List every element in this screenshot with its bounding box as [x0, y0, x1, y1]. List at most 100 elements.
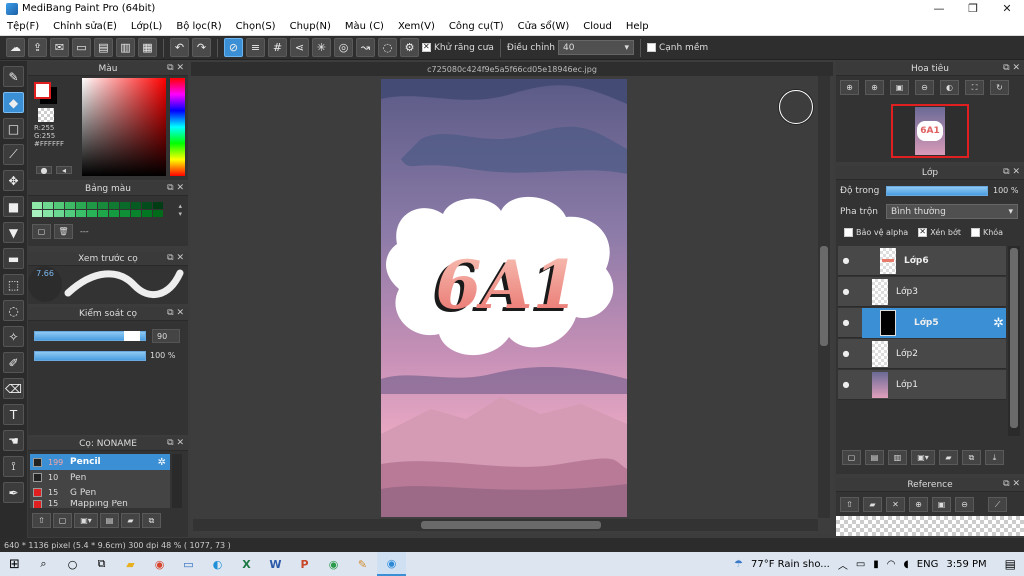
- clock[interactable]: 3:59 PM: [946, 559, 986, 570]
- layers-icon[interactable]: ▥: [116, 38, 135, 57]
- clipping-checkbox[interactable]: [918, 227, 928, 237]
- rotate-icon[interactable]: ↻: [990, 80, 1009, 95]
- layer-opacity-slider[interactable]: [886, 186, 988, 196]
- volume-icon[interactable]: ◖: [904, 559, 909, 570]
- duplicate-layer-icon[interactable]: ⧉: [962, 450, 981, 465]
- menu-layer[interactable]: Lớp(L): [124, 21, 169, 32]
- panel-controls-icon[interactable]: ⧉ ✕: [167, 183, 184, 193]
- brush-opacity-slider[interactable]: [34, 351, 146, 361]
- protect-alpha-toggle[interactable]: Bảo vệ alpha: [844, 228, 908, 237]
- palette-swatch[interactable]: [87, 202, 97, 209]
- panel-controls-icon[interactable]: ⧉ ✕: [1003, 167, 1020, 177]
- soft-edge-checkbox[interactable]: [646, 43, 656, 52]
- zoom-out-icon[interactable]: ⊖: [915, 80, 934, 95]
- lock-toggle[interactable]: Khóa: [970, 228, 1003, 237]
- lock-checkbox[interactable]: [970, 228, 980, 237]
- adjust-select[interactable]: 40 ▾: [557, 40, 634, 55]
- fit-icon[interactable]: ▣: [932, 497, 951, 512]
- visibility-eye-icon[interactable]: ●: [838, 349, 854, 358]
- palette-swatch[interactable]: [131, 202, 141, 209]
- antialias-checkbox[interactable]: [422, 42, 431, 52]
- document-tab[interactable]: c725080c424f9e5a5f66cd05e18946ec.jpg: [191, 62, 833, 76]
- chrome-icon[interactable]: ◉: [145, 552, 174, 576]
- menu-window[interactable]: Cửa sổ(W): [511, 21, 577, 32]
- palette-swatch[interactable]: [87, 210, 97, 217]
- menu-cloud[interactable]: Cloud: [576, 21, 619, 32]
- upload-icon[interactable]: ⇧: [840, 497, 859, 512]
- palette-swatch[interactable]: [109, 202, 119, 209]
- duplicate-icon[interactable]: ⧉: [142, 513, 161, 528]
- fit-icon[interactable]: ▣: [890, 80, 909, 95]
- add-brush-icon[interactable]: ▣▾: [74, 513, 98, 528]
- menu-edit[interactable]: Chỉnh sửa(E): [46, 21, 124, 32]
- folder-icon[interactable]: ▰: [121, 513, 140, 528]
- snap-settings-icon[interactable]: ⚙: [400, 38, 419, 57]
- text-icon[interactable]: T: [3, 404, 24, 425]
- brush-item-pencil[interactable]: 199 Pencil ✲: [30, 454, 170, 470]
- panel-controls-icon[interactable]: ⧉ ✕: [167, 63, 184, 73]
- layer-scroll-thumb[interactable]: [1010, 248, 1018, 428]
- redo-icon[interactable]: ↷: [192, 38, 211, 57]
- search-icon[interactable]: ⌕: [29, 552, 58, 576]
- saturation-value-picker[interactable]: [82, 78, 166, 176]
- vertical-scroll-thumb[interactable]: [820, 246, 828, 346]
- maximize-button[interactable]: ❐: [956, 0, 990, 17]
- delete-palette-icon[interactable]: 🗑: [54, 224, 73, 239]
- layer-row-lop3[interactable]: ● Lớp3: [838, 277, 1006, 307]
- new-layer-1bit-icon[interactable]: ▥: [888, 450, 907, 465]
- menu-select[interactable]: Chọn(S): [229, 21, 283, 32]
- palette-swatch[interactable]: [98, 210, 108, 217]
- layer-row-lop1[interactable]: ● Lớp1: [838, 370, 1006, 400]
- brush-list-scrollbar[interactable]: [172, 454, 182, 508]
- foreground-color-swatch[interactable]: [34, 82, 51, 99]
- select-pen-icon[interactable]: ✐: [3, 352, 24, 373]
- close-icon[interactable]: ✕: [886, 497, 905, 512]
- palette-swatch[interactable]: [142, 202, 152, 209]
- antialias-toggle[interactable]: Khử răng cưa: [422, 42, 494, 53]
- upload-icon[interactable]: ⇧: [32, 513, 51, 528]
- wifi-icon[interactable]: ◠: [887, 559, 896, 570]
- palette-swatch[interactable]: [43, 202, 53, 209]
- panel-controls-icon[interactable]: ⧉ ✕: [167, 253, 184, 263]
- palette-swatch[interactable]: [32, 202, 42, 209]
- flip-icon[interactable]: ◐: [940, 80, 959, 95]
- eyedropper-icon[interactable]: ⟋: [988, 497, 1007, 512]
- clipping-toggle[interactable]: Xén bớt: [918, 227, 961, 237]
- minimize-button[interactable]: —: [922, 0, 956, 17]
- monitor-icon[interactable]: ▭: [174, 552, 203, 576]
- paint-app-icon[interactable]: ✎: [348, 552, 377, 576]
- menu-view[interactable]: Xem(V): [391, 21, 442, 32]
- protect-alpha-checkbox[interactable]: [844, 228, 853, 237]
- radial-snap-icon[interactable]: ✳: [312, 38, 331, 57]
- visibility-eye-icon[interactable]: ●: [838, 287, 854, 296]
- zoom-out-icon[interactable]: ⊖: [955, 497, 974, 512]
- palette-swatch[interactable]: [54, 202, 64, 209]
- layer-row-lop5[interactable]: ● Lớp5 ✲: [838, 308, 1006, 338]
- brush-settings-icon[interactable]: ▤: [100, 513, 119, 528]
- bucket-icon[interactable]: ▼: [3, 222, 24, 243]
- medibang-taskbar-icon[interactable]: ◉: [377, 552, 406, 576]
- panel-controls-icon[interactable]: ⧉ ✕: [1003, 479, 1020, 489]
- menu-help[interactable]: Help: [619, 21, 656, 32]
- panel-controls-icon[interactable]: ⧉ ✕: [167, 438, 184, 448]
- line-tool-icon[interactable]: ⟋: [3, 144, 24, 165]
- panel-controls-icon[interactable]: ⧉ ✕: [167, 308, 184, 318]
- color-mode-button[interactable]: ●: [36, 166, 52, 175]
- eraser-icon[interactable]: ◆: [3, 92, 24, 113]
- battery-icon[interactable]: ▮: [873, 559, 879, 570]
- eyedropper-icon[interactable]: ⟟: [3, 456, 24, 477]
- circle-snap-icon[interactable]: ◎: [334, 38, 353, 57]
- brush-item-mapping-pen[interactable]: 15 Mapping Pen: [30, 500, 170, 508]
- tray-chevron-icon[interactable]: ︿: [838, 557, 848, 572]
- soft-edge-toggle[interactable]: Cạnh mềm: [646, 43, 708, 53]
- menu-filter[interactable]: Bộ lọc(R): [169, 21, 228, 32]
- folder-icon[interactable]: ▰: [939, 450, 958, 465]
- navigator-viewport[interactable]: 6A1: [891, 104, 969, 158]
- undo-icon[interactable]: ↶: [170, 38, 189, 57]
- lasso-icon[interactable]: ◌: [3, 300, 24, 321]
- menu-file[interactable]: Tệp(F): [0, 21, 46, 32]
- palette-swatch[interactable]: [153, 202, 163, 209]
- rectangle-tool-icon[interactable]: □: [3, 118, 24, 139]
- gradient-icon[interactable]: ▬: [3, 248, 24, 269]
- weather-icon[interactable]: ☂: [734, 559, 743, 570]
